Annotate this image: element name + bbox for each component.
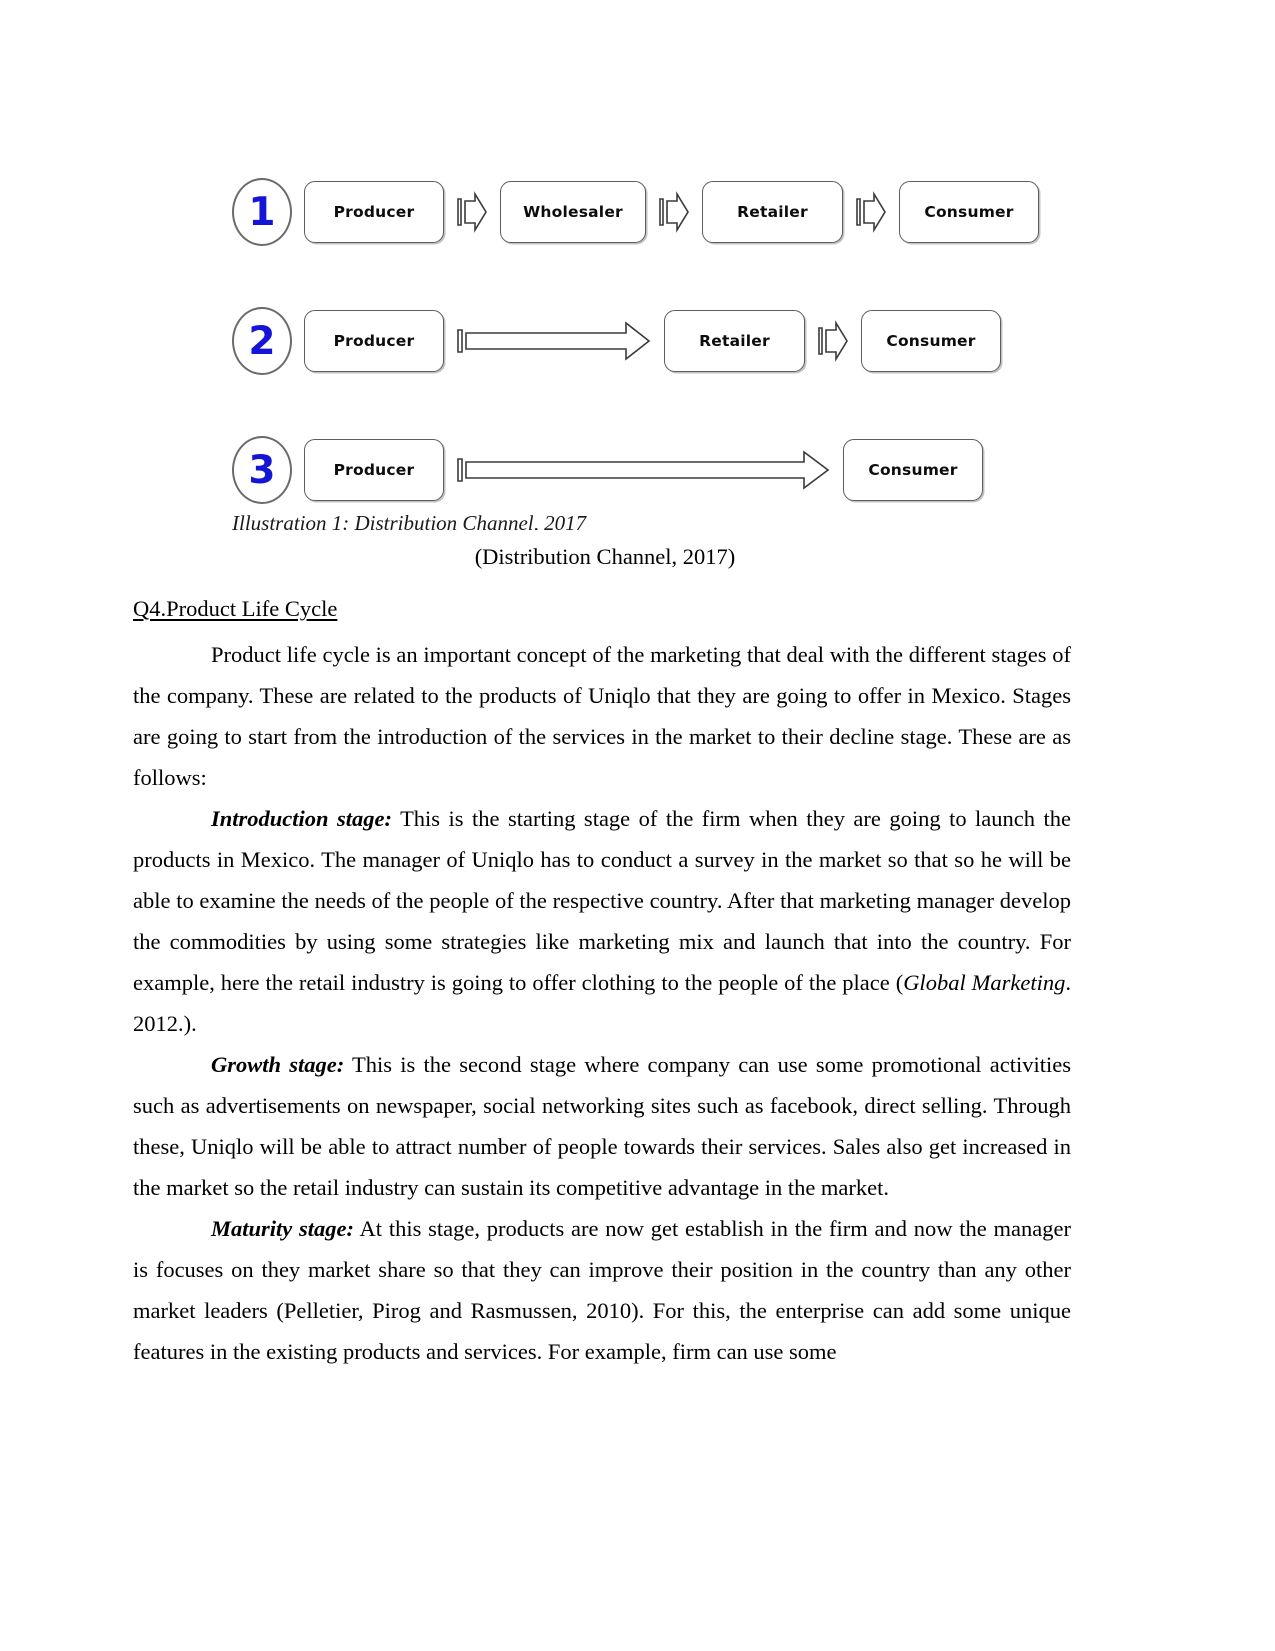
long-arrow-icon xyxy=(457,321,651,361)
paragraph-intro: Product life cycle is an important conce… xyxy=(133,642,1071,790)
distribution-channel-diagram: 1 Producer Wholesaler Retailer Consumer … xyxy=(232,150,1039,525)
node-consumer: Consumer xyxy=(843,439,983,501)
short-arrow-icon xyxy=(818,320,848,362)
paragraph-text: This is the starting stage of the firm w… xyxy=(133,806,1071,995)
channel-row-1: 1 Producer Wholesaler Retailer Consumer xyxy=(232,162,1039,262)
channel-row-3: 3 Producer Consumer xyxy=(232,420,992,520)
paragraph-introduction-stage: Introduction stage: This is the starting… xyxy=(133,798,1071,1044)
node-wholesaler: Wholesaler xyxy=(500,181,646,243)
channel-number-badge: 2 xyxy=(232,307,292,375)
page-title: Q4.Product Life Cycle xyxy=(133,596,338,621)
stage-label-introduction: Introduction stage: xyxy=(211,806,392,831)
short-arrow-icon xyxy=(659,191,689,233)
book-title-global-marketing: Global Marketing xyxy=(903,970,1066,995)
node-producer: Producer xyxy=(304,439,444,501)
node-producer: Producer xyxy=(304,181,444,243)
node-producer: Producer xyxy=(304,310,444,372)
channel-number-badge: 3 xyxy=(232,436,292,504)
paragraph-growth-stage: Growth stage: This is the second stage w… xyxy=(133,1044,1071,1208)
node-consumer: Consumer xyxy=(861,310,1001,372)
paragraph-maturity-stage: Maturity stage: At this stage, products … xyxy=(133,1208,1071,1372)
short-arrow-icon xyxy=(856,191,886,233)
node-consumer: Consumer xyxy=(899,181,1039,243)
node-retailer: Retailer xyxy=(702,181,843,243)
stage-label-maturity: Maturity stage: xyxy=(211,1216,355,1241)
stage-label-growth: Growth stage: xyxy=(211,1052,345,1077)
document-body: Q4.Product Life Cycle Product life cycle… xyxy=(133,590,1071,1372)
channel-number-badge: 1 xyxy=(232,178,292,246)
document-page: 1 Producer Wholesaler Retailer Consumer … xyxy=(0,0,1275,1651)
figure-caption: Illustration 1: Distribution Channel, 20… xyxy=(232,511,587,530)
figure-source-citation: (Distribution Channel, 2017) xyxy=(474,544,736,569)
long-arrow-icon xyxy=(457,450,830,490)
short-arrow-icon xyxy=(457,191,487,233)
channel-row-2: 2 Producer Retailer Consumer xyxy=(232,291,1001,391)
node-retailer: Retailer xyxy=(664,310,805,372)
